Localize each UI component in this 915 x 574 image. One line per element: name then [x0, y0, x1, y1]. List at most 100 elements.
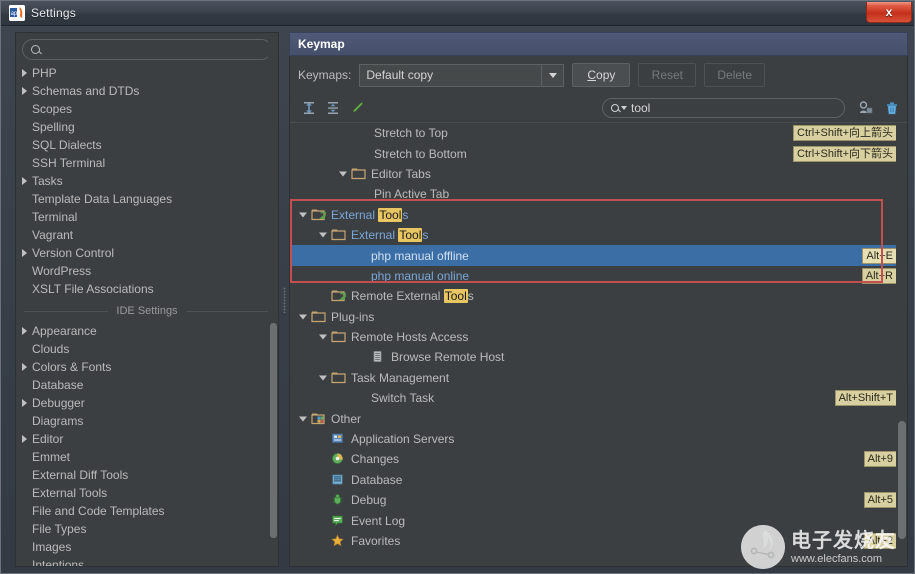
sidebar-item-diagrams[interactable]: Diagrams [16, 412, 278, 430]
keymap-row-event-log[interactable]: Event Log [290, 510, 907, 530]
sidebar-item-ssh-terminal[interactable]: SSH Terminal [16, 154, 278, 172]
sidebar-item-sql-dialects[interactable]: SQL Dialects [16, 136, 278, 154]
keymap-row-switch-task[interactable]: Switch Task Alt+Shift+T [290, 388, 907, 408]
other-group-icon [311, 412, 326, 426]
keymap-row-database[interactable]: Database [290, 470, 907, 490]
keymap-filter-box[interactable] [602, 98, 845, 118]
title-bar: ap Settings x [1, 1, 914, 26]
keymap-filter-input[interactable] [631, 101, 836, 115]
chevron-down-icon[interactable] [298, 311, 309, 322]
sidebar-item-wordpress[interactable]: WordPress [16, 262, 278, 280]
tree-spacer [318, 474, 329, 485]
chevron-down-icon[interactable] [318, 230, 329, 241]
sidebar-item-external-diff-tools[interactable]: External Diff Tools [16, 466, 278, 484]
keymap-row-debug[interactable]: DebugAlt+5 [290, 490, 907, 510]
keymap-row-browse-remote-host[interactable]: Browse Remote Host [290, 347, 907, 367]
sidebar-item-debugger[interactable]: Debugger [16, 394, 278, 412]
copy-button-rest: opy [596, 68, 615, 82]
event-log-icon [331, 514, 346, 528]
copy-button[interactable]: Copy [572, 63, 630, 87]
sidebar-item-tasks[interactable]: Tasks [16, 172, 278, 190]
sidebar-item-emmet[interactable]: Emmet [16, 448, 278, 466]
keymap-shortcut-badge: Alt+E [862, 248, 897, 264]
sidebar-item-template-data-languages[interactable]: Template Data Languages [16, 190, 278, 208]
sidebar-item-xslt-file-associations[interactable]: XSLT File Associations [16, 280, 278, 298]
chevron-down-icon[interactable] [318, 372, 329, 383]
sidebar-item-label: SQL Dialects [32, 138, 102, 152]
keymap-row-changes[interactable]: ChangesAlt+9 [290, 449, 907, 469]
keymap-row-php-manual-offline[interactable]: php manual offlineAlt+E [290, 245, 907, 265]
edit-pencil-icon[interactable] [348, 99, 366, 117]
keymap-row-application-servers[interactable]: Application Servers [290, 429, 907, 449]
sidebar-item-scopes[interactable]: Scopes [16, 100, 278, 118]
sidebar-item-label: Spelling [32, 120, 75, 134]
keymap-shortcut-badge: Alt+Shift+T [835, 390, 897, 406]
keymap-select[interactable]: Default copy [359, 64, 564, 87]
chevron-down-icon[interactable] [541, 65, 563, 86]
keymap-row-label: Switch Task [371, 391, 434, 405]
panel-splitter[interactable] [279, 32, 289, 567]
reset-button[interactable]: Reset [638, 63, 696, 87]
search-match-highlight: Tool [378, 208, 402, 222]
chevron-down-icon[interactable] [298, 209, 309, 220]
search-icon [31, 45, 40, 54]
keymap-scrollbar[interactable] [896, 123, 907, 566]
keymap-row-plug-ins[interactable]: Plug-ins [290, 307, 907, 327]
sidebar-item-terminal[interactable]: Terminal [16, 208, 278, 226]
keymap-row-external-tools-root[interactable]: External Tools [290, 205, 907, 225]
sidebar-item-intentions[interactable]: Intentions [16, 556, 278, 566]
keymap-row-php-manual-online[interactable]: php manual onlineAlt+R [290, 266, 907, 286]
find-by-shortcut-icon[interactable] [856, 99, 874, 117]
chevron-down-icon[interactable] [621, 106, 627, 110]
keymap-row-favorites[interactable]: FavoritesAlt+2 [290, 531, 907, 551]
chevron-down-icon[interactable] [318, 332, 329, 343]
sidebar-scrollbar-thumb[interactable] [270, 323, 277, 538]
sidebar-item-database[interactable]: Database [16, 376, 278, 394]
sidebar-item-external-tools[interactable]: External Tools [16, 484, 278, 502]
sidebar-group-label-text: IDE Settings [108, 305, 185, 317]
sidebar-item-php[interactable]: PHP [16, 64, 278, 82]
sidebar-item-schemas-and-dtds[interactable]: Schemas and DTDs [16, 82, 278, 100]
chevron-down-icon[interactable] [298, 413, 309, 424]
sidebar-scrollbar[interactable] [268, 33, 278, 566]
search-match-highlight: Tool [398, 228, 422, 242]
keymap-row-label: External Tools [331, 208, 408, 222]
sidebar-item-vagrant[interactable]: Vagrant [16, 226, 278, 244]
keymap-row-task-management[interactable]: Task Management [290, 368, 907, 388]
sidebar-search-box[interactable] [22, 39, 272, 60]
keymap-row-label: Pin Active Tab [374, 187, 449, 201]
sidebar-item-label: Colors & Fonts [32, 360, 111, 374]
sidebar-item-spelling[interactable]: Spelling [16, 118, 278, 136]
keymap-filter-toolbar [290, 94, 907, 122]
collapse-all-icon[interactable] [324, 99, 342, 117]
sidebar-item-images[interactable]: Images [16, 538, 278, 556]
sidebar-item-clouds[interactable]: Clouds [16, 340, 278, 358]
search-input[interactable] [46, 43, 263, 57]
copy-button-mnemonic: C [587, 68, 596, 82]
keymap-row-pin-active-tab[interactable]: Pin Active Tab [290, 184, 907, 204]
keymap-row-external-tools-group[interactable]: External Tools [290, 225, 907, 245]
close-button[interactable]: x [866, 2, 912, 23]
keymap-row-other[interactable]: Other [290, 408, 907, 428]
keymap-row-remote-hosts-access[interactable]: Remote Hosts Access [290, 327, 907, 347]
sidebar-item-appearance[interactable]: Appearance [16, 322, 278, 340]
expand-all-icon[interactable] [300, 99, 318, 117]
sidebar-item-label: Vagrant [32, 228, 73, 242]
sidebar-item-file-types[interactable]: File Types [16, 520, 278, 538]
sidebar-item-editor[interactable]: Editor [16, 430, 278, 448]
clear-filter-trash-icon[interactable] [883, 99, 901, 117]
chevron-down-icon[interactable] [338, 168, 349, 179]
keymap-row-label: Other [331, 412, 361, 426]
keymap-row-stretch-to-top[interactable]: Stretch to TopCtrl+Shift+向上箭头 [290, 123, 907, 143]
keymap-row-editor-tabs[interactable]: Editor Tabs [290, 164, 907, 184]
keymap-shortcut-badge: Alt+5 [864, 492, 897, 508]
keymap-row-label: Task Management [351, 371, 449, 385]
keymap-row-stretch-to-bottom[interactable]: Stretch to BottomCtrl+Shift+向下箭头 [290, 143, 907, 163]
sidebar-item-colors-fonts[interactable]: Colors & Fonts [16, 358, 278, 376]
keymap-scrollbar-thumb[interactable] [898, 421, 906, 539]
sidebar-item-file-and-code-templates[interactable]: File and Code Templates [16, 502, 278, 520]
keymap-row-remote-external-tools[interactable]: Remote External Tools [290, 286, 907, 306]
sidebar-group-label: IDE Settings [16, 301, 278, 321]
sidebar-item-version-control[interactable]: Version Control [16, 244, 278, 262]
delete-button[interactable]: Delete [704, 63, 765, 87]
